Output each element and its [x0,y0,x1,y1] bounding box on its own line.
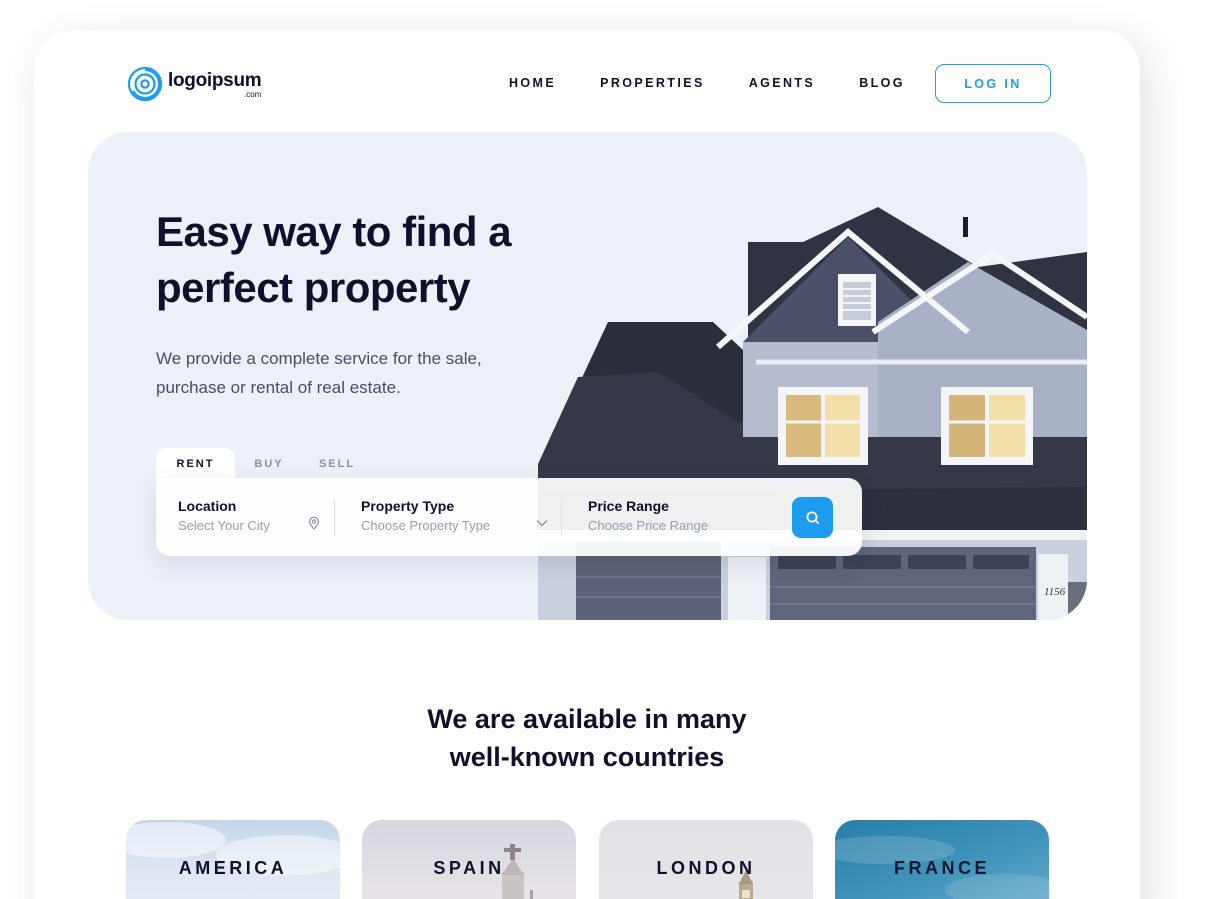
map-pin-icon [309,516,319,530]
country-card-france[interactable]: FRANCE [835,820,1049,899]
nav-home[interactable]: HOME [509,76,556,90]
hero-subtitle: We provide a complete service for the sa… [156,349,482,397]
logo-spiral-icon [127,66,163,102]
location-placeholder: Select Your City [178,518,270,533]
nav-properties[interactable]: PROPERTIES [600,76,705,90]
nav-blog[interactable]: BLOG [859,76,905,90]
country-name: AMERICA [178,858,288,878]
location-label: Location [178,498,237,514]
brand-name: logoipsum [168,70,262,91]
country-name: FRANCE [894,858,990,878]
country-name: SPAIN [433,858,505,878]
brand-tld: .com [244,90,262,99]
hero-section: 1156 Easy way to find a perfect property… [88,132,1087,620]
country-card-spain[interactable]: SPAIN [362,820,576,899]
page-card: logoipsum .com HOME PROPERTIES AGENTS BL… [34,30,1140,899]
search-icon [806,511,819,524]
countries-title-line2: well-known countries [449,742,725,772]
login-button[interactable]: LOG IN [935,64,1051,103]
location-field[interactable]: Location Select Your City [178,498,270,533]
countries-section-title: We are available in many well-known coun… [34,700,1140,776]
brand-logo[interactable]: logoipsum .com [127,66,262,102]
search-tabs: RENT BUY SELL [156,448,371,480]
countries-title-line1: We are available in many [427,704,747,734]
property-search-bar: Location Select Your City Property Type … [156,478,862,556]
price-range-placeholder: Choose Price Range [588,518,708,533]
tab-sell[interactable]: SELL [303,448,371,480]
price-range-label: Price Range [588,498,669,514]
search-button[interactable] [792,497,833,538]
chevron-down-icon [536,520,548,527]
field-divider [561,500,562,536]
country-card-america[interactable]: AMERICA [126,820,340,899]
price-range-field[interactable]: Price Range Choose Price Range [588,498,708,533]
property-type-select[interactable]: Property Type Choose Property Type [361,498,490,533]
tab-rent[interactable]: RENT [156,448,235,480]
hero-title: Easy way to find a perfect property [156,208,512,311]
property-type-placeholder: Choose Property Type [361,518,491,533]
nav-agents[interactable]: AGENTS [749,76,816,90]
country-card-london[interactable]: LONDON [599,820,813,899]
main-nav: HOME PROPERTIES AGENTS BLOG [509,76,949,90]
tab-buy[interactable]: BUY [235,448,303,480]
country-name: LONDON [656,858,756,878]
property-type-label: Property Type [361,498,455,514]
field-divider [334,500,335,536]
house-number-plate: 1156 [1044,586,1066,598]
